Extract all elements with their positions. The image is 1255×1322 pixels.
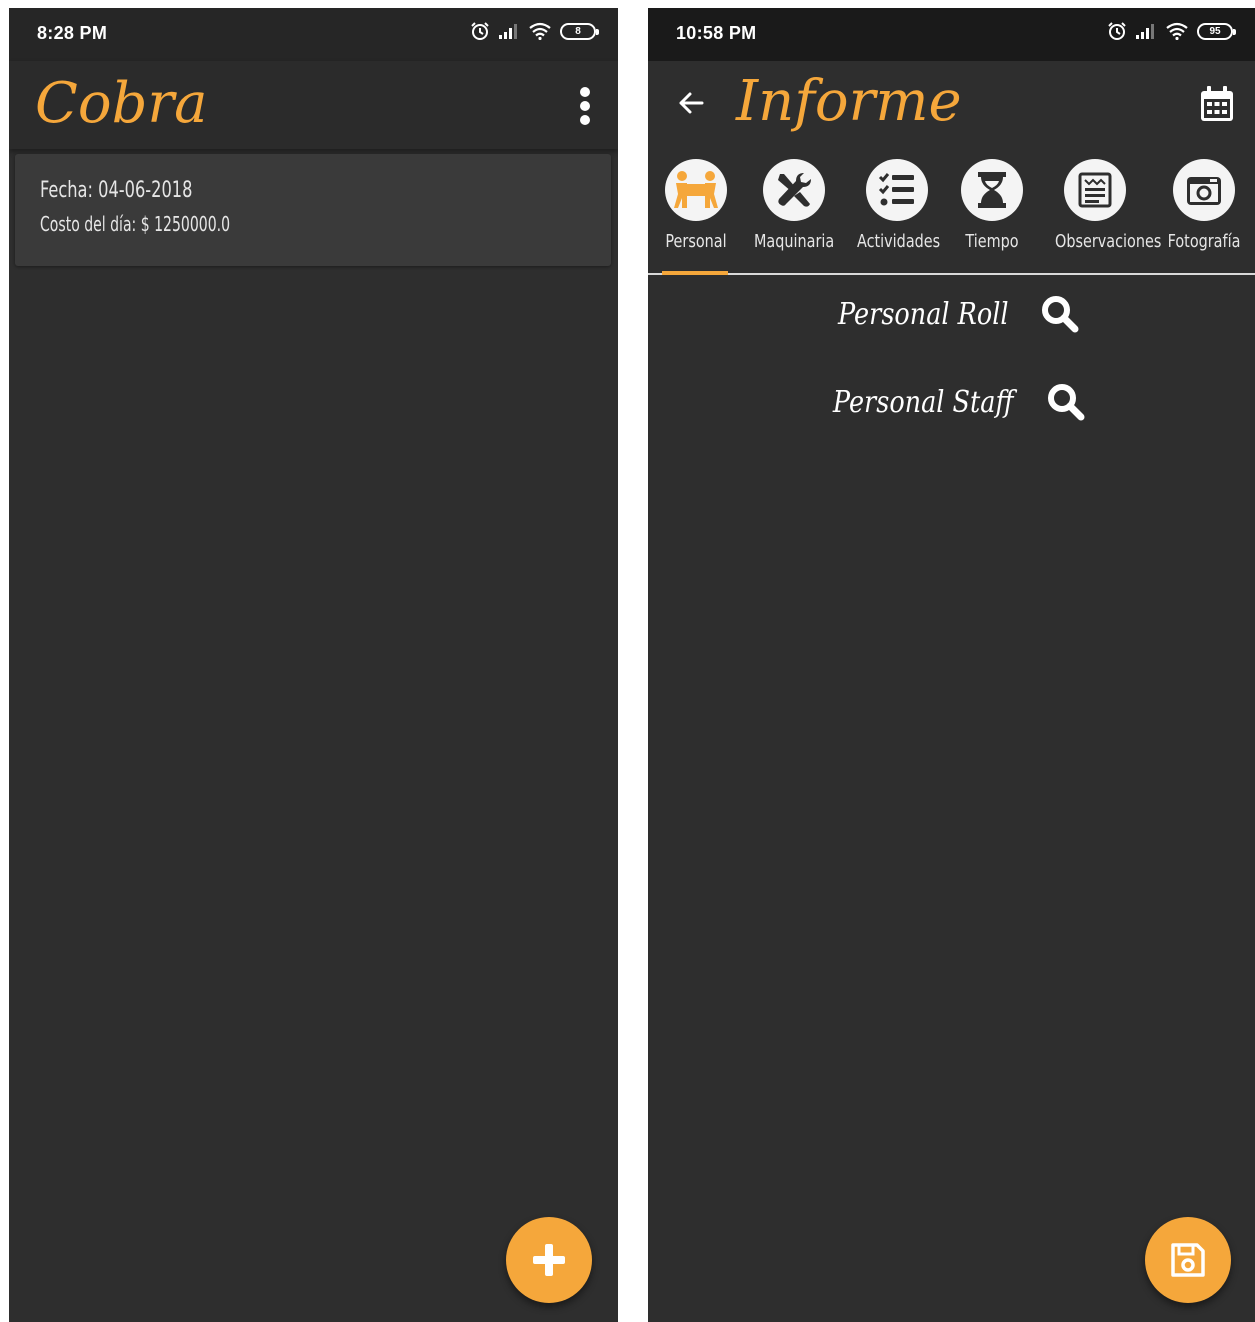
search-personal-roll[interactable]: Personal Roll [648, 294, 1255, 334]
fecha-text: Fecha: 04-06-2018 [40, 178, 193, 203]
informe-screen: 10:58 PM 95 Informe Personal Maquinaria [648, 8, 1255, 1322]
tab-observaciones[interactable]: Observaciones [1045, 159, 1162, 273]
tab-personal[interactable]: Personal [648, 159, 746, 275]
app-bar: Informe [648, 61, 1255, 141]
tab-label: Personal [665, 231, 727, 252]
camera-icon [1173, 159, 1235, 221]
app-title: Cobra [35, 71, 208, 136]
status-bar: 10:58 PM 95 [648, 8, 1255, 61]
add-button[interactable] [506, 1217, 592, 1303]
tab-fotografia[interactable]: Fotografía [1154, 159, 1254, 273]
search-personal-staff[interactable]: Personal Staff [648, 382, 1255, 422]
status-time: 8:28 PM [37, 23, 108, 43]
signal-icon [499, 24, 517, 39]
tab-indicator [662, 271, 728, 275]
save-button[interactable] [1145, 1217, 1231, 1303]
signal-icon [1136, 24, 1154, 39]
search-icon [1047, 384, 1085, 421]
back-arrow-icon[interactable] [676, 88, 706, 118]
calendar-icon[interactable] [1199, 85, 1235, 123]
status-icons: 8 [470, 21, 599, 41]
status-bar: 8:28 PM 8 [9, 8, 618, 61]
tab-label: Observaciones [1055, 231, 1162, 252]
app-title: Informe [736, 69, 962, 134]
hourglass-icon [961, 159, 1023, 221]
alarm-icon [1108, 22, 1126, 40]
search-label: Personal Staff [833, 384, 1014, 420]
app-bar: Cobra [9, 61, 618, 149]
battery-indicator: 8 [560, 22, 599, 40]
search-icon [1041, 296, 1079, 333]
battery-indicator: 95 [1197, 22, 1236, 40]
overflow-menu-icon[interactable] [578, 87, 592, 127]
tab-tiempo[interactable]: Tiempo [942, 159, 1042, 273]
alarm-icon [471, 22, 489, 40]
status-icons: 95 [1107, 21, 1236, 41]
list-item[interactable]: Fecha: 04-06-2018 Costo del día: $ 12500… [15, 154, 611, 266]
save-icon [1171, 1243, 1205, 1277]
tab-bar: Personal Maquinaria Actividades Tiempo O… [648, 141, 1255, 275]
tab-label: Fotografía [1167, 231, 1241, 252]
plus-icon [533, 1244, 565, 1276]
tab-label: Actividades [857, 231, 941, 252]
tab-label: Tiempo [965, 231, 1019, 252]
wifi-icon [1166, 22, 1188, 40]
tab-maquinaria[interactable]: Maquinaria [744, 159, 844, 273]
people-carry-icon [665, 159, 727, 221]
notes-icon [1064, 159, 1126, 221]
tools-icon [763, 159, 825, 221]
costo-text: Costo del día: $ 1250000.0 [40, 212, 231, 236]
search-label: Personal Roll [838, 296, 1009, 332]
tab-label: Maquinaria [754, 231, 835, 252]
tab-actividades[interactable]: Actividades [847, 159, 947, 273]
status-time: 10:58 PM [676, 23, 757, 43]
wifi-icon [529, 22, 551, 40]
cobra-screen: 8:28 PM 8 Cobra Fecha: 04-06-2018 Costo … [9, 8, 618, 1322]
tasks-icon [866, 159, 928, 221]
